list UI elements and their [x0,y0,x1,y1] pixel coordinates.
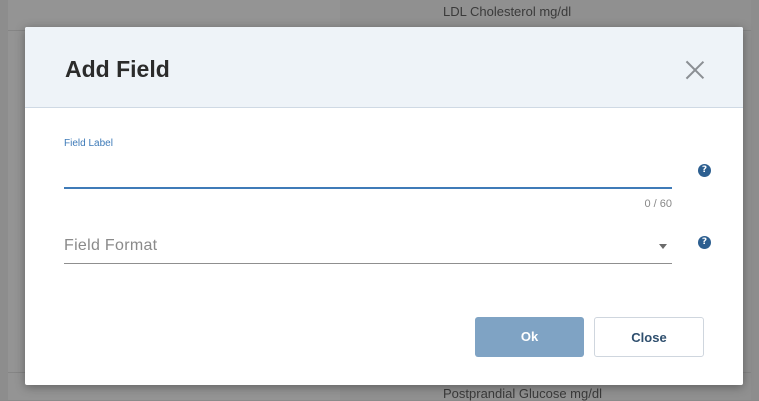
chevron-down-icon [659,244,667,249]
dialog-header: Add Field [25,27,743,108]
field-format-placeholder: Field Format [64,237,158,254]
close-button[interactable]: Close [594,317,704,357]
help-icon[interactable]: ? [698,236,711,249]
close-icon[interactable] [680,55,710,85]
background-row-label: LDL Cholesterol mg/dl [443,4,572,19]
field-label-caption: Field Label [64,138,113,149]
field-format-select[interactable]: Field Format [64,230,672,264]
ok-button[interactable]: Ok [475,317,584,357]
field-label-input[interactable] [64,159,672,189]
background-row-label: Postprandial Glucose mg/dl [443,386,602,401]
character-counter: 0 / 60 [644,198,672,210]
dialog-title: Add Field [65,56,170,82]
add-field-dialog: Add Field Field Label ? 0 / 60 Field For… [25,27,743,385]
help-icon[interactable]: ? [698,164,711,177]
